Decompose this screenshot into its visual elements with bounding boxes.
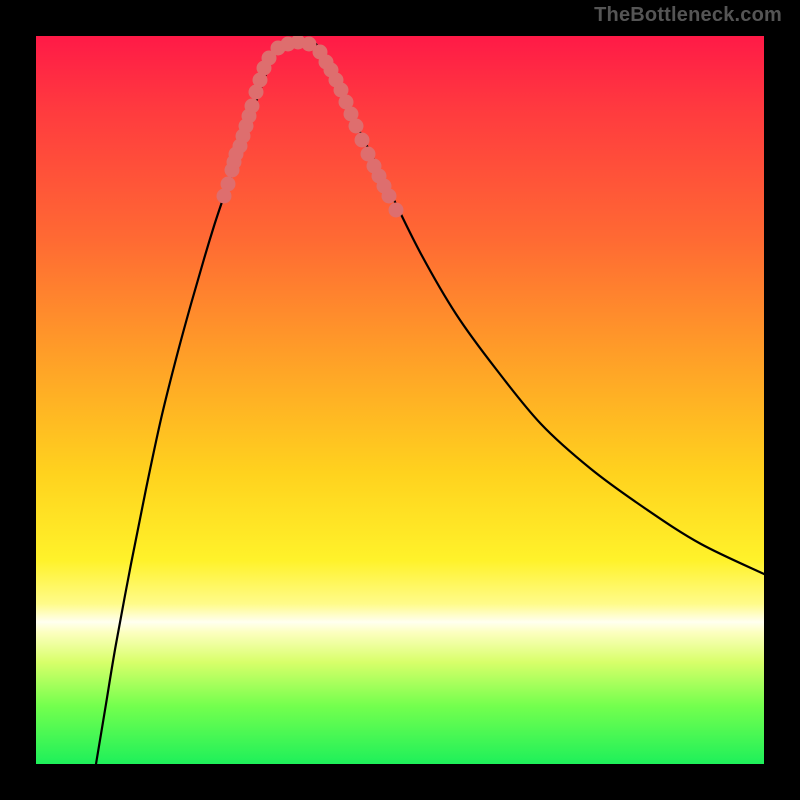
watermark-text: TheBottleneck.com (594, 4, 782, 27)
marker-dot (349, 119, 364, 134)
marker-group (217, 36, 404, 218)
marker-dot (355, 133, 370, 148)
marker-dot (389, 203, 404, 218)
outer-frame: TheBottleneck.com (0, 0, 800, 800)
curve-right-branch (316, 44, 764, 574)
chart-svg (36, 36, 764, 764)
marker-dot (382, 189, 397, 204)
marker-dot (221, 177, 236, 192)
marker-dot (245, 99, 260, 114)
curve-left-branch (96, 46, 276, 764)
plot-area (36, 36, 764, 764)
